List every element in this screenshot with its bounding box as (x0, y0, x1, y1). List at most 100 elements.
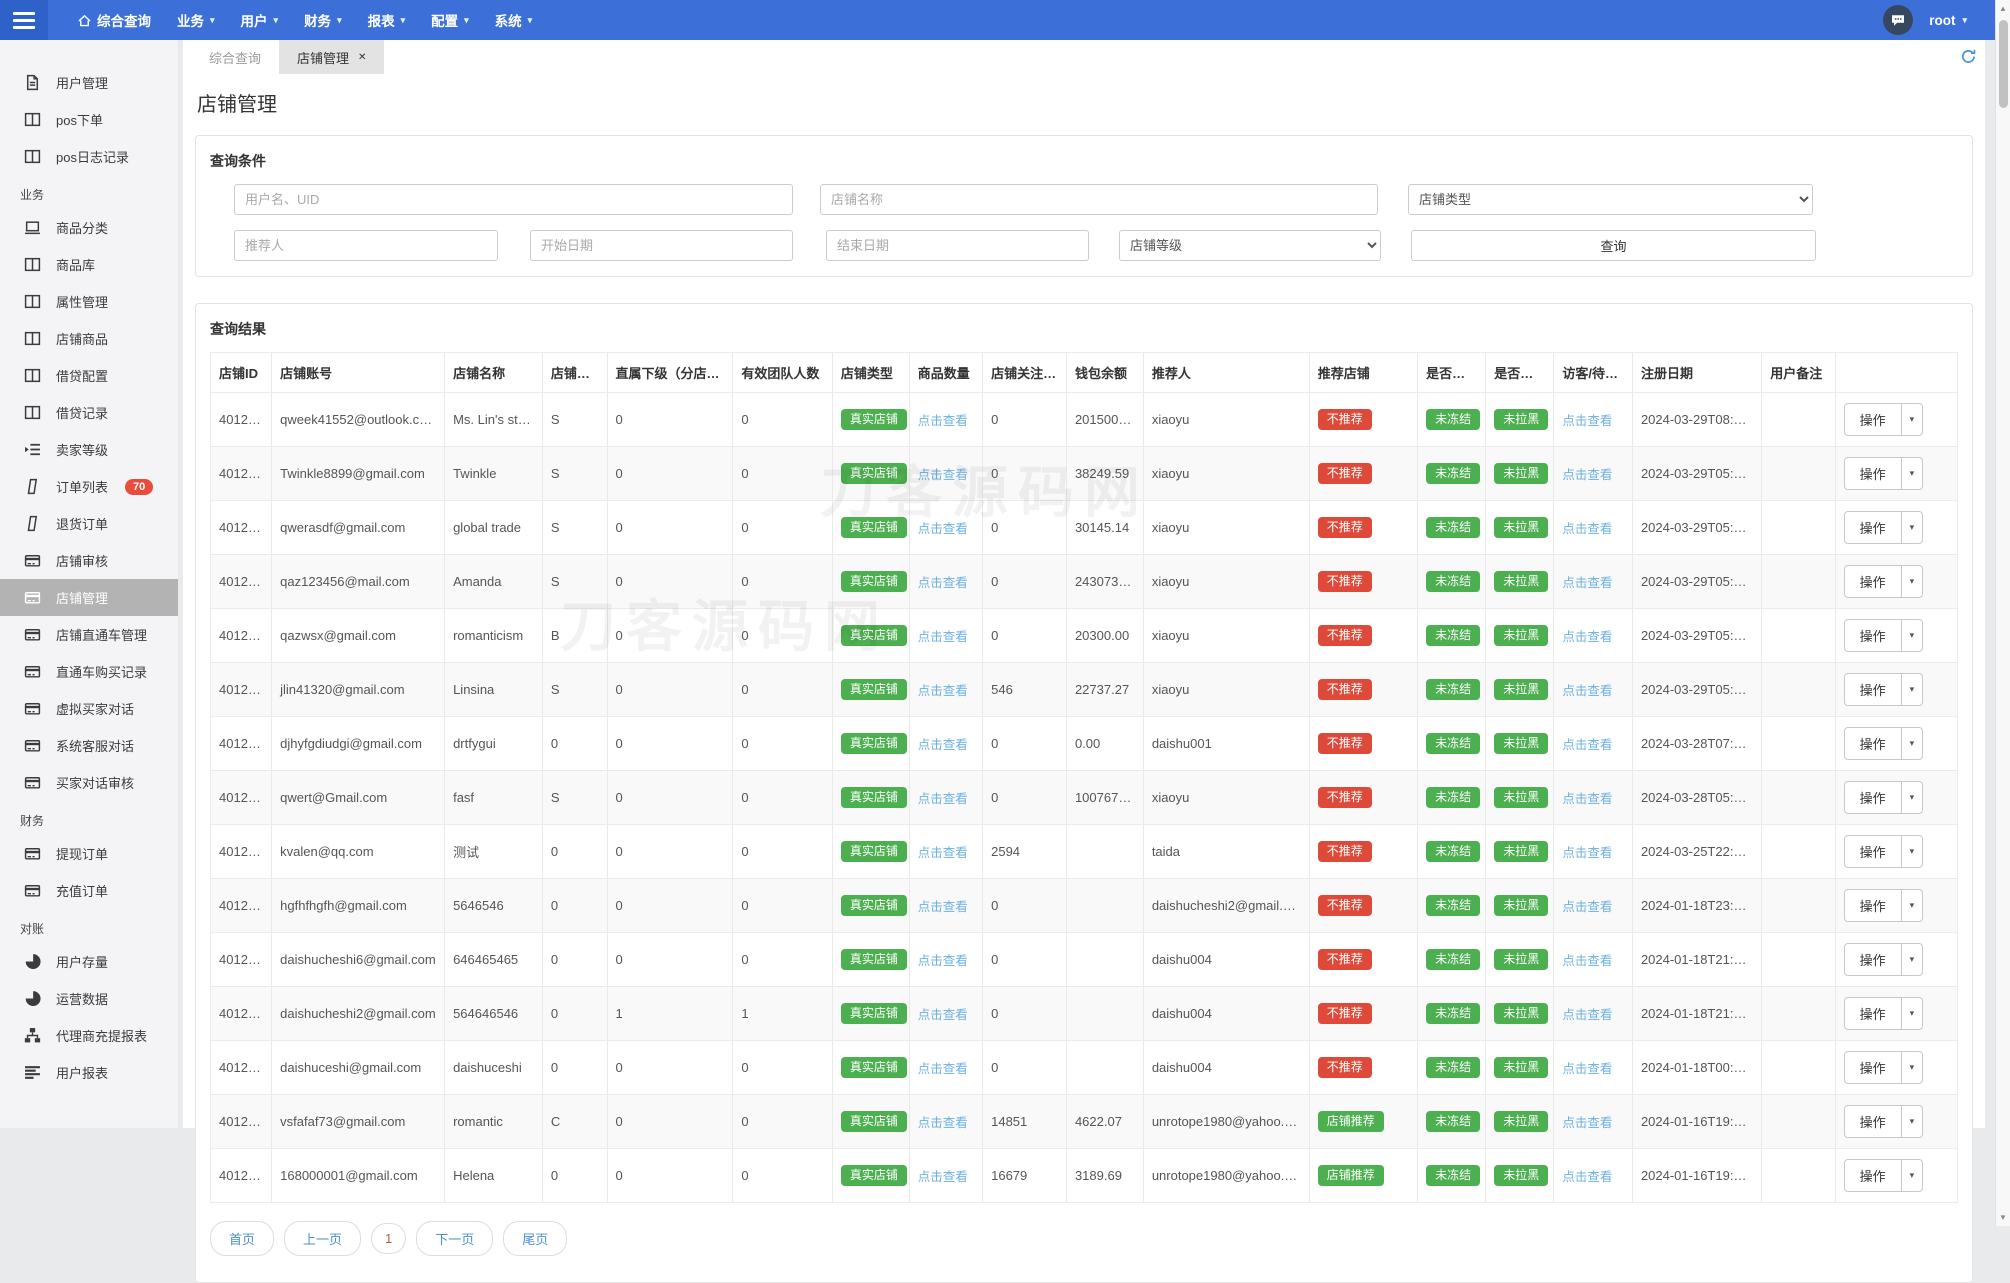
sidebar-item-virtual-buyer-chat[interactable]: 虚拟买家对话 (0, 690, 178, 727)
chevron-down-icon[interactable]: ▾ (1900, 836, 1923, 867)
chevron-down-icon[interactable]: ▾ (1900, 998, 1923, 1029)
visitor-view-link[interactable]: 点击查看 (1562, 1116, 1612, 1130)
goods-view-link[interactable]: 点击查看 (918, 522, 968, 536)
goods-view-link[interactable]: 点击查看 (918, 1170, 968, 1184)
visitor-view-link[interactable]: 点击查看 (1562, 576, 1612, 590)
sidebar-item-pos-log[interactable]: pos日志记录 (0, 138, 178, 175)
sidebar-item-goods-category[interactable]: 商品分类 (0, 209, 178, 246)
shop-name-input[interactable] (820, 184, 1378, 215)
sidebar-item-user-stock[interactable]: 用户存量 (0, 943, 178, 980)
visitor-view-link[interactable]: 点击查看 (1562, 414, 1612, 428)
user-menu[interactable]: root ▾ (1929, 13, 1967, 28)
action-button[interactable]: 操作 ▾ (1843, 1105, 1924, 1138)
goods-view-link[interactable]: 点击查看 (918, 954, 968, 968)
sidebar-item-return-order[interactable]: 退货订单 (0, 505, 178, 542)
chevron-down-icon[interactable]: ▾ (1900, 674, 1923, 705)
chevron-down-icon[interactable]: ▾ (1900, 458, 1923, 489)
action-button[interactable]: 操作 ▾ (1843, 457, 1924, 490)
chevron-down-icon[interactable]: ▾ (1900, 890, 1923, 921)
sidebar-item-shop-management[interactable]: 店铺管理 (0, 579, 178, 616)
goods-view-link[interactable]: 点击查看 (918, 1062, 968, 1076)
sidebar-item-pos-order[interactable]: pos下单 (0, 101, 178, 138)
goods-view-link[interactable]: 点击查看 (918, 738, 968, 752)
action-button[interactable]: 操作 ▾ (1843, 403, 1924, 436)
nav-item-finance[interactable]: 财务 ▾ (304, 10, 342, 30)
shop-level-select[interactable]: 店铺等级 (1119, 230, 1381, 261)
sidebar-item-system-service-chat[interactable]: 系统客服对话 (0, 727, 178, 764)
goods-view-link[interactable]: 点击查看 (918, 414, 968, 428)
username-input[interactable] (234, 184, 793, 215)
nav-item-report[interactable]: 报表 ▾ (368, 10, 406, 30)
visitor-view-link[interactable]: 点击查看 (1562, 738, 1612, 752)
goods-view-link[interactable]: 点击查看 (918, 468, 968, 482)
tab-shop-management[interactable]: 店铺管理 ✕ (279, 40, 385, 74)
sidebar-item-user-report[interactable]: 用户报表 (0, 1054, 178, 1091)
nav-item-business[interactable]: 业务 ▾ (177, 10, 215, 30)
sidebar-item-agent-recharge-report[interactable]: 代理商充提报表 (0, 1017, 178, 1054)
goods-view-link[interactable]: 点击查看 (918, 846, 968, 860)
query-button[interactable]: 查询 (1411, 230, 1816, 261)
visitor-view-link[interactable]: 点击查看 (1562, 468, 1612, 482)
sidebar-item-order-list[interactable]: 订单列表 70 (0, 468, 178, 505)
action-button[interactable]: 操作 ▾ (1843, 835, 1924, 868)
chevron-down-icon[interactable]: ▾ (1900, 1160, 1923, 1191)
chevron-down-icon[interactable]: ▾ (1900, 782, 1923, 813)
visitor-view-link[interactable]: 点击查看 (1562, 792, 1612, 806)
action-button[interactable]: 操作 ▾ (1843, 727, 1924, 760)
goods-view-link[interactable]: 点击查看 (918, 684, 968, 698)
visitor-view-link[interactable]: 点击查看 (1562, 954, 1612, 968)
sidebar-item-recharge-order[interactable]: 充值订单 (0, 872, 178, 909)
visitor-view-link[interactable]: 点击查看 (1562, 1170, 1612, 1184)
goods-view-link[interactable]: 点击查看 (918, 1008, 968, 1022)
goods-view-link[interactable]: 点击查看 (918, 792, 968, 806)
pagination-page-1[interactable]: 1 (371, 1223, 407, 1254)
action-button[interactable]: 操作 ▾ (1843, 673, 1924, 706)
referrer-input[interactable] (234, 230, 498, 261)
start-date-input[interactable] (530, 230, 793, 261)
sidebar-item-user-management[interactable]: 用户管理 (0, 64, 178, 101)
pagination-first[interactable]: 首页 (210, 1221, 275, 1256)
visitor-view-link[interactable]: 点击查看 (1562, 684, 1612, 698)
sidebar-item-loan-record[interactable]: 借贷记录 (0, 394, 178, 431)
tab-general-query[interactable]: 综合查询 (191, 40, 279, 74)
chevron-down-icon[interactable]: ▾ (1900, 728, 1923, 759)
sidebar-item-withdraw-order[interactable]: 提现订单 (0, 835, 178, 872)
visitor-view-link[interactable]: 点击查看 (1562, 1062, 1612, 1076)
chevron-down-icon[interactable]: ▾ (1900, 566, 1923, 597)
sidebar-item-goods-library[interactable]: 商品库 (0, 246, 178, 283)
visitor-view-link[interactable]: 点击查看 (1562, 900, 1612, 914)
nav-item-general-query[interactable]: 综合查询 (78, 10, 151, 30)
sidebar-item-seller-level[interactable]: 卖家等级 (0, 431, 178, 468)
action-button[interactable]: 操作 ▾ (1843, 511, 1924, 544)
action-button[interactable]: 操作 ▾ (1843, 997, 1924, 1030)
action-button[interactable]: 操作 ▾ (1843, 943, 1924, 976)
goods-view-link[interactable]: 点击查看 (918, 576, 968, 590)
sidebar-item-loan-config[interactable]: 借贷配置 (0, 357, 178, 394)
goods-view-link[interactable]: 点击查看 (918, 630, 968, 644)
action-button[interactable]: 操作 ▾ (1843, 1159, 1924, 1192)
visitor-view-link[interactable]: 点击查看 (1562, 522, 1612, 536)
chevron-down-icon[interactable]: ▾ (1900, 1106, 1923, 1137)
scroll-down-icon[interactable]: ▼ (1996, 1213, 2010, 1222)
action-button[interactable]: 操作 ▾ (1843, 619, 1924, 652)
sidebar-item-shop-audit[interactable]: 店铺审核 (0, 542, 178, 579)
visitor-view-link[interactable]: 点击查看 (1562, 1008, 1612, 1022)
chevron-down-icon[interactable]: ▾ (1900, 1052, 1923, 1083)
action-button[interactable]: 操作 ▾ (1843, 1051, 1924, 1084)
sidebar-item-operation-data[interactable]: 运营数据 (0, 980, 178, 1017)
sidebar-item-train-purchase-record[interactable]: 直通车购买记录 (0, 653, 178, 690)
chevron-down-icon[interactable]: ▾ (1900, 512, 1923, 543)
sidebar-item-buyer-chat-audit[interactable]: 买家对话审核 (0, 764, 178, 801)
pagination-next[interactable]: 下一页 (416, 1221, 494, 1256)
nav-item-user[interactable]: 用户 ▾ (241, 10, 279, 30)
pagination-last[interactable]: 尾页 (503, 1221, 568, 1256)
sidebar-item-shop-train-management[interactable]: 店铺直通车管理 (0, 616, 178, 653)
refresh-icon[interactable] (1960, 48, 1977, 70)
scrollbar-thumb[interactable] (1999, 20, 2008, 108)
sidebar-item-attribute-management[interactable]: 属性管理 (0, 283, 178, 320)
visitor-view-link[interactable]: 点击查看 (1562, 846, 1612, 860)
scroll-up-icon[interactable]: ▲ (1996, 4, 2010, 13)
shop-type-select[interactable]: 店铺类型 (1408, 184, 1813, 215)
nav-item-system[interactable]: 系统 ▾ (495, 10, 533, 30)
sidebar-item-shop-goods[interactable]: 店铺商品 (0, 320, 178, 357)
